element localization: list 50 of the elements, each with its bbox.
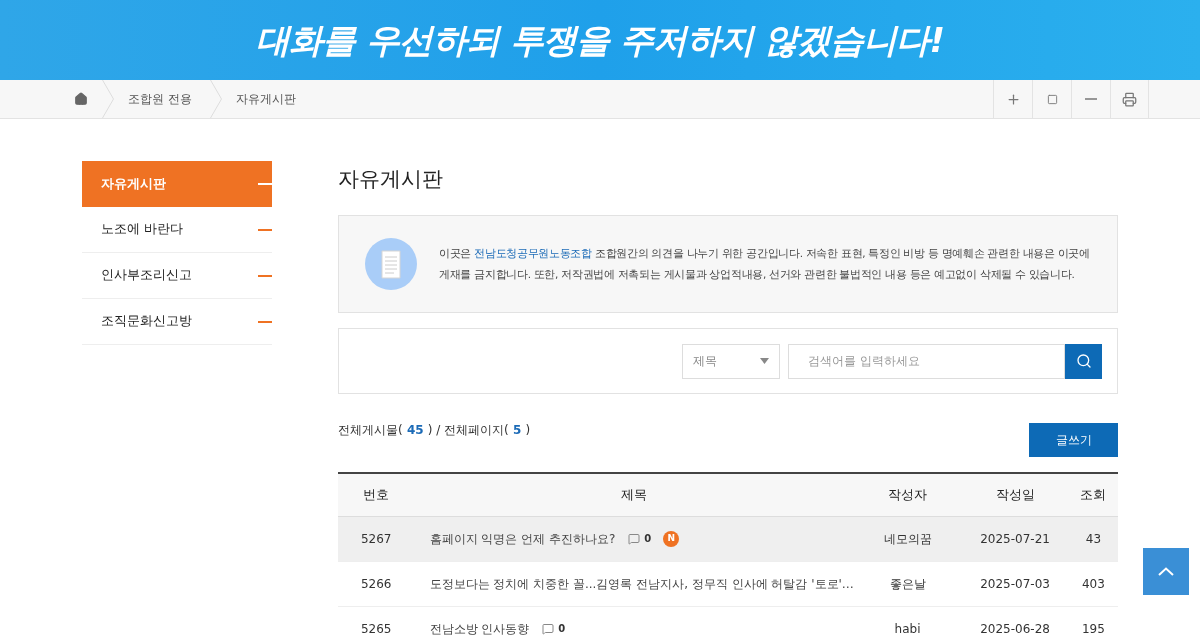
table-cell: 403 xyxy=(1068,561,1118,606)
post-totals: 전체게시물( 45 ) / 전체페이지( 5 ) xyxy=(338,422,531,439)
sidebar-item[interactable]: 인사부조리신고 xyxy=(82,253,272,299)
comment-icon xyxy=(628,532,641,545)
comment-icon xyxy=(542,622,555,635)
search-field[interactable]: 검색어를 입력하세요 xyxy=(788,343,1065,379)
column-header: 번호 xyxy=(338,473,415,516)
sidebar-item[interactable]: 노조에 바란다 xyxy=(82,207,272,253)
table-cell: habi xyxy=(853,606,962,639)
banner-slogan: 대화를 우선하되 투쟁을 주저하지 않겠습니다! xyxy=(255,18,945,62)
table-cell: 43 xyxy=(1068,516,1118,561)
printer-icon xyxy=(1122,91,1137,107)
column-header: 제목 xyxy=(414,473,854,516)
column-header: 작성일 xyxy=(961,473,1069,516)
document-icon xyxy=(365,238,417,290)
write-button[interactable]: 글쓰기 xyxy=(1029,423,1118,457)
table-cell: 2025-06-28 xyxy=(961,606,1069,639)
new-badge: N xyxy=(663,530,680,547)
post-title-link[interactable]: 도정보다는 정치에 치중한 꼴...김영록 전남지사, 정무직 인사에 허탈감 '토로'… xyxy=(429,574,854,593)
square-icon xyxy=(1046,93,1058,105)
table-cell: 5266 xyxy=(338,561,415,606)
table-cell: 좋은날 xyxy=(853,561,962,606)
home-icon[interactable] xyxy=(74,92,88,106)
search-button[interactable] xyxy=(1065,343,1102,379)
breadcrumb-link[interactable]: 자유게시판 xyxy=(235,90,296,108)
post-title-link[interactable]: 홈페이지 익명은 언제 추진하나요? xyxy=(429,529,616,548)
print-button[interactable] xyxy=(1110,80,1149,118)
scope-select[interactable]: 제목 xyxy=(682,343,780,379)
breadcrumb-link[interactable]: 조합원 전용 xyxy=(128,90,192,108)
table-cell: 5265 xyxy=(338,606,415,639)
plus-icon xyxy=(1005,91,1021,107)
table-row[interactable]: 5266 도정보다는 정치에 치중한 꼴...김영록 전남지사, 정무직 인사에 허탈감 '토로'… 좋은날 2025-07-03 403 xyxy=(338,561,1118,606)
comment-count: 0 xyxy=(644,532,652,546)
caret-icon xyxy=(760,358,769,364)
post-title-link[interactable]: 전남소방 인사동향 xyxy=(429,619,530,638)
notice-text: 이곳은 전남도청공무원노동조합 조합원간의 의견을 나누기 위한 공간입니다. 저속한 표현, 특정인 비방 등 명예훼손 관련한 내용은 이곳에 게재를 금지합니다. 또한, 저작권법에 저촉되는 게시물과 상업적내용, 선거와 관련한 불법적인 내용 등은 예고없이 삭제될 수 있습니다. xyxy=(439,246,1091,282)
table-cell: 195 xyxy=(1068,606,1118,639)
table-cell: 5267 xyxy=(338,516,415,561)
comment-count: 0 xyxy=(558,622,566,636)
scroll-top-button[interactable] xyxy=(1143,548,1189,595)
table-cell: 네모의꿈 xyxy=(853,516,962,561)
search-icon xyxy=(1075,353,1092,369)
minus-icon xyxy=(1085,98,1097,100)
page-title: 자유게시판 xyxy=(338,166,444,193)
chevron-up-icon xyxy=(1158,567,1174,576)
column-header: 조회 xyxy=(1068,473,1118,516)
table-cell: 2025-07-21 xyxy=(961,516,1069,561)
table-cell: 2025-07-03 xyxy=(961,561,1069,606)
sidebar-item[interactable]: 조직문화신고방 xyxy=(82,299,272,345)
column-header: 작성자 xyxy=(853,473,962,516)
